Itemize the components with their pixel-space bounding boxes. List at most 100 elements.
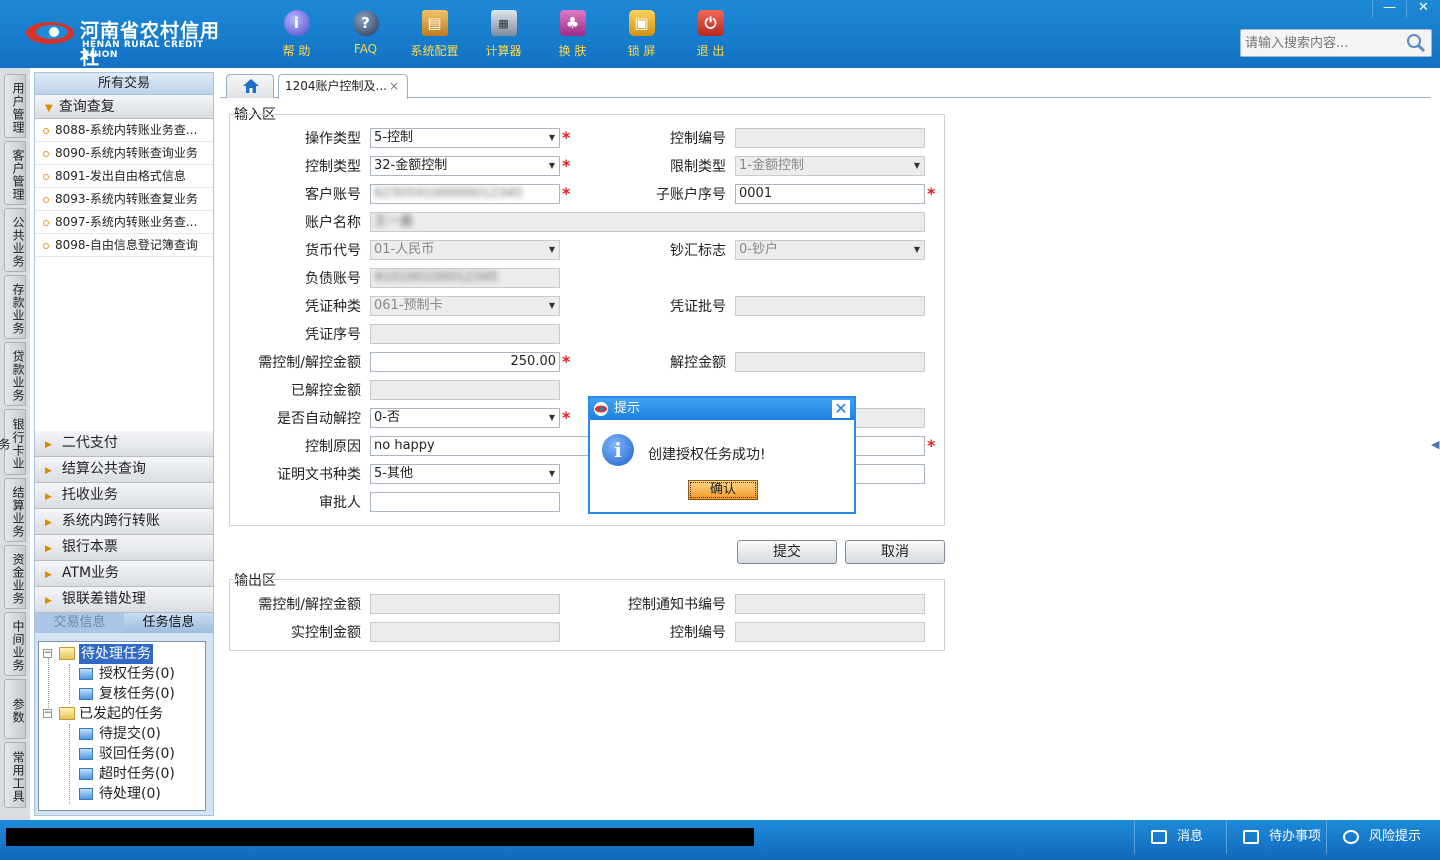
- collapse-icon[interactable]: −: [43, 709, 52, 718]
- amount-input[interactable]: 250.00: [370, 352, 560, 372]
- search-box: [1240, 29, 1432, 57]
- ctrl-no-field: [735, 128, 925, 148]
- home-tab[interactable]: [226, 74, 274, 98]
- side-tab-settlement[interactable]: 结算业务: [4, 478, 26, 542]
- search-icon[interactable]: [1405, 32, 1427, 54]
- side-tab-customer-mgmt[interactable]: 客户管理: [4, 141, 26, 205]
- toolbar-label: 帮 助: [282, 44, 311, 58]
- side-tab-intermediary[interactable]: 中间业务: [4, 612, 26, 676]
- auto-release-select[interactable]: 0-否 ▼: [370, 408, 560, 428]
- toolbar-system-config-button[interactable]: ▤ 系统配置: [400, 8, 469, 60]
- messages-button[interactable]: 消息: [1134, 820, 1226, 854]
- currency-select: 01-人民币 ▼: [370, 240, 560, 260]
- section-second-gen-payment[interactable]: ▶ 二代支付: [35, 431, 213, 457]
- list-item[interactable]: 8090-系统内转账查询业务: [35, 142, 213, 165]
- speech-bubble-icon: [1343, 829, 1359, 844]
- side-tab-parameters[interactable]: 参数: [4, 679, 26, 739]
- unlock-amount-field: [735, 352, 925, 372]
- tree-node-review[interactable]: 复核任务(0): [39, 684, 205, 704]
- task-list-icon: [79, 668, 93, 680]
- status-bar: 消息 待办事项 风险提示: [0, 820, 1440, 860]
- todo-button[interactable]: 待办事项: [1226, 820, 1326, 854]
- skin-shirt-icon: ♣: [559, 10, 586, 36]
- tree-node-authorize[interactable]: 授权任务(0): [39, 664, 205, 684]
- side-tab-funds[interactable]: 资金业务: [4, 545, 26, 609]
- chevron-right-icon: ▶: [45, 466, 52, 476]
- toolbar-skin-button[interactable]: ♣ 换 肤: [538, 8, 607, 60]
- close-tab-icon[interactable]: ×: [389, 79, 399, 93]
- tree-node-pending[interactable]: − 待处理任务: [39, 644, 205, 664]
- toolbar-calculator-button[interactable]: ▦ 计算器: [469, 8, 538, 60]
- collapse-panel-icon[interactable]: ◀: [1431, 420, 1440, 470]
- auto-release-label: 是否自动解控: [277, 411, 361, 427]
- list-item[interactable]: 8093-系统内转账查复业务: [35, 188, 213, 211]
- tree-node-to-submit[interactable]: 待提交(0): [39, 724, 205, 744]
- task-list-icon: [79, 688, 93, 700]
- all-transactions-header: 所有交易: [35, 73, 213, 95]
- tree-node-rejected[interactable]: 驳回任务(0): [39, 744, 205, 764]
- tab-account-control[interactable]: 1204账户控制及... ×: [278, 74, 408, 99]
- doc-type-select[interactable]: 5-其他 ▼: [370, 464, 560, 484]
- dropdown-arrow-icon: ▼: [548, 161, 555, 170]
- approver-label: 审批人: [319, 495, 361, 511]
- toolbar-label: 退 出: [696, 44, 725, 58]
- list-item[interactable]: 8098-自由信息登记簿查询: [35, 234, 213, 257]
- side-tab-bank-card[interactable]: 银行卡业务: [0, 409, 26, 475]
- section-unionpay-error[interactable]: ▶ 银联差错处理: [35, 587, 213, 613]
- bullet-icon: [43, 150, 49, 157]
- ctrl-type-label: 控制类型: [305, 159, 361, 175]
- window-controls: — ✕: [1372, 0, 1440, 18]
- ctrl-type-select[interactable]: 32-金额控制 ▼: [370, 156, 560, 176]
- side-tab-public-business[interactable]: 公共业务: [4, 208, 26, 272]
- notice-no-label: 控制通知书编号: [628, 597, 726, 613]
- status-message-area: [6, 828, 754, 846]
- tree-node-to-process[interactable]: 待处理(0): [39, 784, 205, 804]
- cust-acct-input[interactable]: 623059100000012345: [370, 184, 560, 204]
- section-query-reply[interactable]: ▼ 查询查复: [35, 95, 213, 119]
- search-input[interactable]: [1245, 34, 1405, 52]
- section-atm[interactable]: ▶ ATM业务: [35, 561, 213, 587]
- risk-alert-button[interactable]: 风险提示: [1326, 820, 1440, 854]
- section-cashier-check[interactable]: ▶ 银行本票: [35, 535, 213, 561]
- close-window-button[interactable]: ✕: [1406, 0, 1440, 18]
- module-side-tabs: 用户管理 客户管理 公共业务 存款业务 贷款业务 银行卡业务 结算业务 资金业务…: [0, 68, 30, 820]
- dialog-ok-button[interactable]: 确认: [688, 480, 758, 500]
- section-collection[interactable]: ▶ 托收业务: [35, 483, 213, 509]
- toolbar-help-button[interactable]: i 帮 助: [262, 8, 331, 60]
- amount-label: 需控制/解控金额: [258, 355, 361, 371]
- tree-node-timeout[interactable]: 超时任务(0): [39, 764, 205, 784]
- dialog-message: 创建授权任务成功!: [648, 447, 766, 463]
- voucher-seq-field: [370, 324, 560, 344]
- section-settlement-public-query[interactable]: ▶ 结算公共查询: [35, 457, 213, 483]
- required-marker: *: [927, 184, 936, 203]
- toolbar-exit-button[interactable]: ⏻ 退 出: [676, 8, 745, 60]
- envelope-icon: [1151, 829, 1167, 844]
- toolbar-faq-button[interactable]: ? FAQ: [331, 8, 400, 60]
- approver-input[interactable]: [370, 492, 560, 512]
- side-tab-deposit[interactable]: 存款业务: [4, 275, 26, 339]
- tree-node-initiated[interactable]: − 已发起的任务: [39, 704, 205, 724]
- section-interbank-transfer[interactable]: ▶ 系统内跨行转账: [35, 509, 213, 535]
- sub-seq-input[interactable]: 0001: [735, 184, 925, 204]
- tab-task-info[interactable]: 任务信息: [124, 613, 213, 633]
- acct-name-field: 王一鑫: [370, 212, 925, 232]
- submit-button[interactable]: 提交: [737, 540, 837, 564]
- chevron-right-icon: ▶: [45, 440, 52, 450]
- side-tab-user-mgmt[interactable]: 用户管理: [4, 74, 26, 138]
- collapse-icon[interactable]: −: [43, 649, 52, 658]
- side-tab-tools[interactable]: 常用工具: [4, 742, 26, 808]
- list-item[interactable]: 8091-发出自由格式信息: [35, 165, 213, 188]
- op-type-select[interactable]: 5-控制 ▼: [370, 128, 560, 148]
- cancel-button[interactable]: 取消: [845, 540, 945, 564]
- list-item[interactable]: 8088-系统内转账业务查...: [35, 119, 213, 142]
- dialog-close-button[interactable]: ✕: [832, 400, 850, 418]
- minimize-button[interactable]: —: [1372, 0, 1406, 18]
- toolbar-lock-button[interactable]: ▣ 锁 屏: [607, 8, 676, 60]
- tab-transaction-info[interactable]: 交易信息: [35, 613, 124, 633]
- document-tab-bar: 1204账户控制及... ×: [220, 72, 1430, 99]
- list-item[interactable]: 8097-系统内转账业务查...: [35, 211, 213, 234]
- doc-type-label: 证明文书种类: [277, 467, 361, 483]
- actual-amount-field: [370, 622, 560, 642]
- voucher-batch-label: 凭证批号: [670, 299, 726, 315]
- side-tab-loan[interactable]: 贷款业务: [4, 342, 26, 406]
